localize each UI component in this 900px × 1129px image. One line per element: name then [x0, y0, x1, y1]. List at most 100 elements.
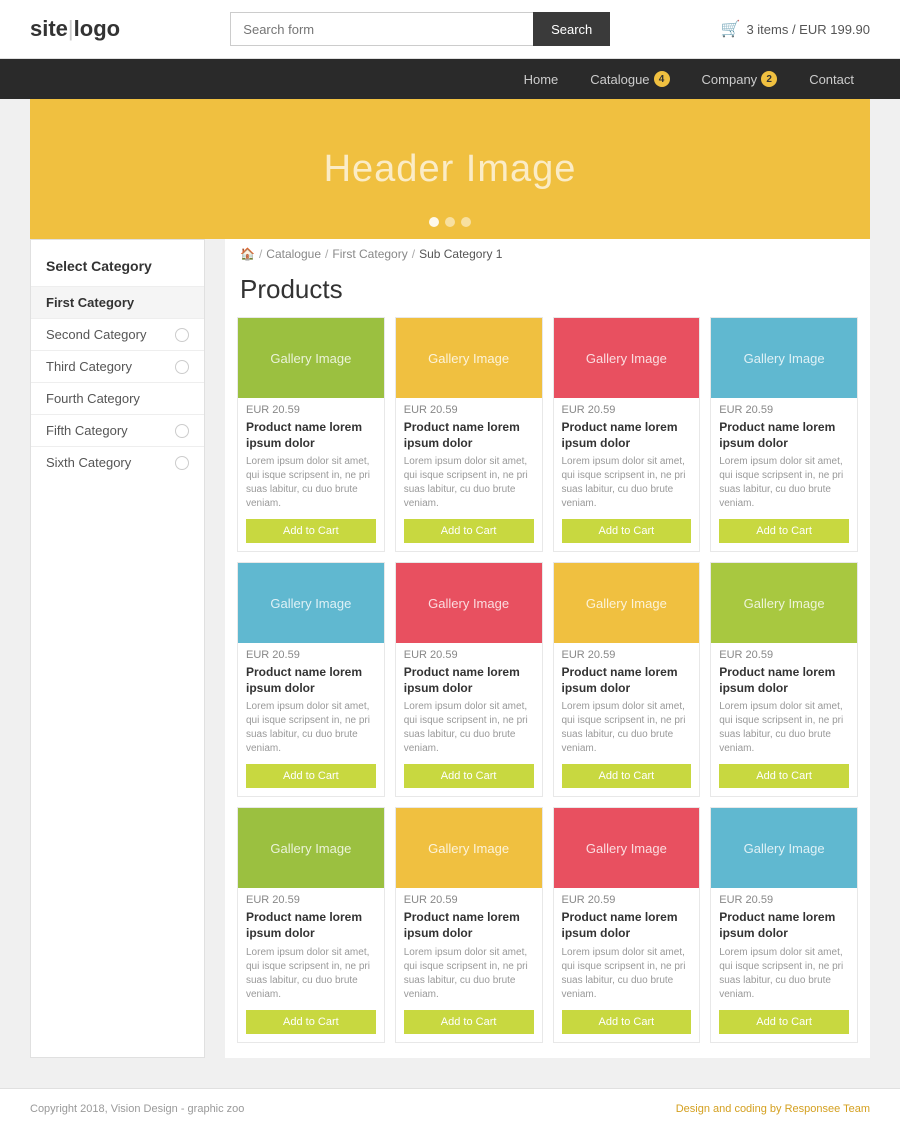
add-to-cart-5[interactable]: Add to Cart	[246, 764, 376, 788]
product-desc-2: Lorem ipsum dolor sit amet, qui isque sc…	[404, 455, 534, 511]
logo-text1: site	[30, 16, 68, 41]
products-area: 🏠 / Catalogue / First Category / Sub Cat…	[225, 239, 870, 1058]
product-price-12: EUR 20.59	[719, 894, 849, 906]
add-to-cart-3[interactable]: Add to Cart	[562, 519, 692, 543]
product-card-12: Gallery Image EUR 20.59 Product name lor…	[710, 807, 858, 1042]
product-name-10: Product name lorem ipsum dolor	[404, 910, 534, 941]
footer-credit: Design and coding by Responsee Team	[676, 1103, 870, 1115]
sidebar-title: Select Category	[31, 250, 204, 286]
add-to-cart-4[interactable]: Add to Cart	[719, 519, 849, 543]
cart-icon: 🛒	[721, 19, 741, 39]
product-info-6: EUR 20.59 Product name lorem ipsum dolor…	[396, 643, 542, 796]
footer-copy: Copyright 2018, Vision Design - graphic …	[30, 1103, 244, 1115]
product-image-10: Gallery Image	[396, 808, 542, 888]
product-name-6: Product name lorem ipsum dolor	[404, 665, 534, 696]
sidebar-radio-fifth[interactable]	[175, 424, 189, 438]
nav-badge-company: 2	[761, 71, 777, 87]
breadcrumb-first-category[interactable]: First Category	[332, 247, 407, 261]
add-to-cart-7[interactable]: Add to Cart	[562, 764, 692, 788]
top-header: site|logo Search 🛒 3 items / EUR 199.90	[0, 0, 900, 59]
gallery-label-5: Gallery Image	[270, 596, 351, 611]
dot-1[interactable]	[429, 217, 439, 227]
product-price-2: EUR 20.59	[404, 404, 534, 416]
nav-badge-catalogue: 4	[654, 71, 670, 87]
site-logo[interactable]: site|logo	[30, 16, 120, 42]
sidebar-item-fifth[interactable]: Fifth Category	[31, 414, 204, 446]
nav-item-contact[interactable]: Contact	[793, 59, 870, 99]
nav-item-catalogue[interactable]: Catalogue 4	[574, 59, 685, 99]
product-name-2: Product name lorem ipsum dolor	[404, 420, 534, 451]
products-title: Products	[225, 269, 870, 317]
product-card-10: Gallery Image EUR 20.59 Product name lor…	[395, 807, 543, 1042]
dot-2[interactable]	[445, 217, 455, 227]
cart-area[interactable]: 🛒 3 items / EUR 199.90	[721, 19, 870, 39]
add-to-cart-11[interactable]: Add to Cart	[562, 1010, 692, 1034]
sidebar-radio-sixth[interactable]	[175, 456, 189, 470]
product-card-8: Gallery Image EUR 20.59 Product name lor…	[710, 562, 858, 797]
banner-title: Header Image	[324, 148, 577, 191]
product-info-1: EUR 20.59 Product name lorem ipsum dolor…	[238, 398, 384, 551]
sidebar-item-fourth[interactable]: Fourth Category	[31, 382, 204, 414]
sidebar: Select Category First Category Second Ca…	[30, 239, 205, 1058]
banner: Header Image	[30, 99, 870, 239]
product-price-11: EUR 20.59	[562, 894, 692, 906]
content-area: Select Category First Category Second Ca…	[30, 239, 870, 1058]
breadcrumb-catalogue[interactable]: Catalogue	[266, 247, 321, 261]
breadcrumb-sep-1: /	[259, 247, 262, 261]
breadcrumb: 🏠 / Catalogue / First Category / Sub Cat…	[225, 239, 870, 269]
gallery-label-7: Gallery Image	[586, 596, 667, 611]
nav-item-company[interactable]: Company 2	[686, 59, 794, 99]
product-name-7: Product name lorem ipsum dolor	[562, 665, 692, 696]
add-to-cart-2[interactable]: Add to Cart	[404, 519, 534, 543]
product-price-5: EUR 20.59	[246, 649, 376, 661]
product-image-7: Gallery Image	[554, 563, 700, 643]
gallery-label-4: Gallery Image	[744, 351, 825, 366]
product-name-12: Product name lorem ipsum dolor	[719, 910, 849, 941]
product-grid: Gallery Image EUR 20.59 Product name lor…	[225, 317, 870, 1043]
product-info-10: EUR 20.59 Product name lorem ipsum dolor…	[396, 888, 542, 1041]
add-to-cart-9[interactable]: Add to Cart	[246, 1010, 376, 1034]
search-input[interactable]	[230, 12, 533, 46]
product-info-7: EUR 20.59 Product name lorem ipsum dolor…	[554, 643, 700, 796]
product-info-11: EUR 20.59 Product name lorem ipsum dolor…	[554, 888, 700, 1041]
sidebar-label-sixth: Sixth Category	[46, 455, 131, 470]
product-desc-11: Lorem ipsum dolor sit amet, qui isque sc…	[562, 946, 692, 1002]
product-image-2: Gallery Image	[396, 318, 542, 398]
product-info-12: EUR 20.59 Product name lorem ipsum dolor…	[711, 888, 857, 1041]
product-info-4: EUR 20.59 Product name lorem ipsum dolor…	[711, 398, 857, 551]
home-icon[interactable]: 🏠	[240, 247, 255, 261]
product-desc-3: Lorem ipsum dolor sit amet, qui isque sc…	[562, 455, 692, 511]
product-info-8: EUR 20.59 Product name lorem ipsum dolor…	[711, 643, 857, 796]
product-card-6: Gallery Image EUR 20.59 Product name lor…	[395, 562, 543, 797]
product-desc-4: Lorem ipsum dolor sit amet, qui isque sc…	[719, 455, 849, 511]
add-to-cart-10[interactable]: Add to Cart	[404, 1010, 534, 1034]
product-image-8: Gallery Image	[711, 563, 857, 643]
product-image-6: Gallery Image	[396, 563, 542, 643]
sidebar-item-third[interactable]: Third Category	[31, 350, 204, 382]
sidebar-item-first[interactable]: First Category	[31, 286, 204, 318]
sidebar-item-second[interactable]: Second Category	[31, 318, 204, 350]
product-card-7: Gallery Image EUR 20.59 Product name lor…	[553, 562, 701, 797]
product-desc-6: Lorem ipsum dolor sit amet, qui isque sc…	[404, 700, 534, 756]
logo-text2: logo	[74, 16, 120, 41]
product-image-4: Gallery Image	[711, 318, 857, 398]
sidebar-label-third: Third Category	[46, 359, 132, 374]
add-to-cart-1[interactable]: Add to Cart	[246, 519, 376, 543]
gallery-label-10: Gallery Image	[428, 841, 509, 856]
sidebar-item-sixth[interactable]: Sixth Category	[31, 446, 204, 478]
sidebar-radio-second[interactable]	[175, 328, 189, 342]
add-to-cart-8[interactable]: Add to Cart	[719, 764, 849, 788]
sidebar-radio-third[interactable]	[175, 360, 189, 374]
sidebar-label-fifth: Fifth Category	[46, 423, 128, 438]
nav-label-company: Company	[702, 72, 758, 87]
sidebar-label-second: Second Category	[46, 327, 146, 342]
search-button[interactable]: Search	[533, 12, 610, 46]
nav-item-home[interactable]: Home	[508, 59, 575, 99]
dot-3[interactable]	[461, 217, 471, 227]
product-info-9: EUR 20.59 Product name lorem ipsum dolor…	[238, 888, 384, 1041]
main-wrapper: Header Image Select Category First Categ…	[20, 99, 880, 1078]
add-to-cart-6[interactable]: Add to Cart	[404, 764, 534, 788]
add-to-cart-12[interactable]: Add to Cart	[719, 1010, 849, 1034]
product-name-5: Product name lorem ipsum dolor	[246, 665, 376, 696]
product-price-8: EUR 20.59	[719, 649, 849, 661]
